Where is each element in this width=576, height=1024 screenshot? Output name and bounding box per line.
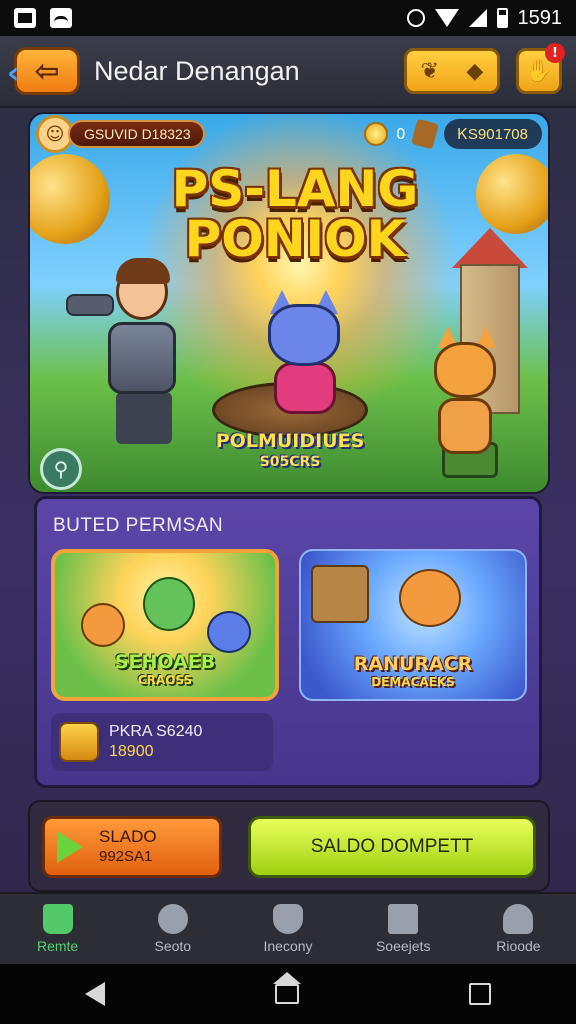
battery-icon xyxy=(496,8,508,28)
card-title: SEHOAEB xyxy=(114,651,216,673)
gem-icon: ◆ xyxy=(466,58,484,84)
game-title: PS-LANG PONIOK xyxy=(150,164,440,264)
section-title: BUTED PERMSAN xyxy=(53,515,224,536)
nav-item-home[interactable]: Remte xyxy=(0,894,115,964)
feature-panel: BUTED PERMSAN SEHOAEB CRAOSS RANURACR DE… xyxy=(34,496,542,788)
nav-label: Inecony xyxy=(263,938,313,954)
app-header: ‹ ⇦ Nedar Denangan ❦ ◆ ✋ ! xyxy=(0,36,576,108)
saldo-dompet-button[interactable]: SALDO DOMPETT xyxy=(248,816,536,878)
banner-logo-line2: S05CRS xyxy=(259,454,321,470)
status-time: 1591 xyxy=(517,6,563,29)
nav-label: Seoto xyxy=(154,938,192,954)
profile-bar: ☺ GSUVID D18323 0 ᏦS901708 xyxy=(30,114,548,154)
shield-icon xyxy=(273,904,303,934)
hero-banner[interactable]: ☺ GSUVID D18323 0 ᏦS901708 PS-LANG PONIO… xyxy=(28,112,550,494)
nav-item-rioode[interactable]: Rioode xyxy=(461,894,576,964)
saldo-value: 992SA1 xyxy=(99,848,153,865)
system-home-icon[interactable] xyxy=(273,972,301,1004)
search-icon[interactable]: ⚲ xyxy=(40,448,82,490)
cat-icon xyxy=(143,577,195,631)
user-icon xyxy=(503,904,534,934)
saldo-button[interactable]: SLADO 992SA1 xyxy=(42,816,222,878)
game-card[interactable]: SEHOAEB CRAOSS xyxy=(51,549,279,701)
image-icon xyxy=(50,8,72,28)
back-button[interactable]: ‹ ⇦ xyxy=(7,47,80,95)
notifications-button[interactable]: ✋ ! xyxy=(516,43,565,94)
notification-icon xyxy=(14,8,36,28)
balance-pill: ᏦS901708 xyxy=(443,119,542,149)
sun-ball-decoration xyxy=(476,154,548,234)
shop-button[interactable]: ❦ ◆ xyxy=(404,48,500,94)
cat-character xyxy=(250,290,360,424)
signal-icon xyxy=(468,9,487,27)
nav-label: Remte xyxy=(36,938,79,954)
dog-icon xyxy=(207,611,251,653)
prize-value: 18900 xyxy=(109,743,154,760)
nav-item-soeejets[interactable]: Soeejets xyxy=(346,894,461,964)
system-nav-bar xyxy=(0,964,576,1024)
card-subtitle: DEMACAEKS xyxy=(371,675,455,689)
game-title-line1: PS-LANG xyxy=(171,160,419,218)
play-arrow-icon xyxy=(57,831,83,863)
action-bar: SLADO 992SA1 SALDO DOMPETT xyxy=(28,800,550,892)
page-title: Nedar Denangan xyxy=(94,55,300,86)
wifi-icon xyxy=(434,9,459,27)
nav-item-seoto[interactable]: Seoto xyxy=(115,894,230,964)
notification-badge: ! xyxy=(545,43,565,63)
bag-icon xyxy=(410,118,439,150)
prize-name: PKRA S6240 xyxy=(109,723,203,740)
alarm-icon xyxy=(406,9,425,27)
banner-logo: POLMUIDIUES S05CRS xyxy=(206,430,374,470)
face-icon xyxy=(157,904,188,934)
status-bar: 1591 xyxy=(0,0,576,36)
banner-logo-line1: POLMUIDIUES xyxy=(215,430,365,452)
saldo-label: SLADO xyxy=(99,827,157,846)
arrow-left-icon: ⇦ xyxy=(34,53,60,89)
coin-count: 0 xyxy=(396,125,406,143)
map-icon xyxy=(388,904,419,934)
game-card[interactable]: RANURACR DEMACAEKS xyxy=(299,549,527,701)
nav-label: Rioode xyxy=(496,938,541,954)
nav-label: Soeejets xyxy=(375,938,431,954)
card-title: RANURACR xyxy=(353,653,473,675)
card-label: SEHOAEB CRAOSS xyxy=(55,651,275,687)
nav-item-inecony[interactable]: Inecony xyxy=(230,894,345,964)
fox-icon xyxy=(399,569,461,627)
knight-character xyxy=(66,254,196,454)
home-icon xyxy=(42,904,73,934)
prize-item[interactable]: PKRA S6240 18900 xyxy=(51,713,273,771)
fox-character xyxy=(402,326,522,492)
treasure-pot-icon xyxy=(59,722,99,762)
sun-ball-decoration xyxy=(30,154,110,244)
card-subtitle: CRAOSS xyxy=(137,673,193,687)
leaf-icon: ❦ xyxy=(420,58,440,84)
card-label: RANURACR DEMACAEKS xyxy=(301,653,525,689)
hand-icon: ✋ xyxy=(525,58,553,84)
coin-icon xyxy=(364,122,389,146)
bottom-nav: Remte Seoto Inecony Soeejets Rioode xyxy=(0,892,576,964)
chevron-left-icon: ‹ xyxy=(7,56,20,91)
basket-icon xyxy=(311,565,369,623)
username-pill: GSUVID D18323 xyxy=(68,120,205,148)
system-back-icon[interactable] xyxy=(85,982,105,1006)
fox-icon xyxy=(81,603,125,647)
system-recents-icon[interactable] xyxy=(469,983,491,1005)
